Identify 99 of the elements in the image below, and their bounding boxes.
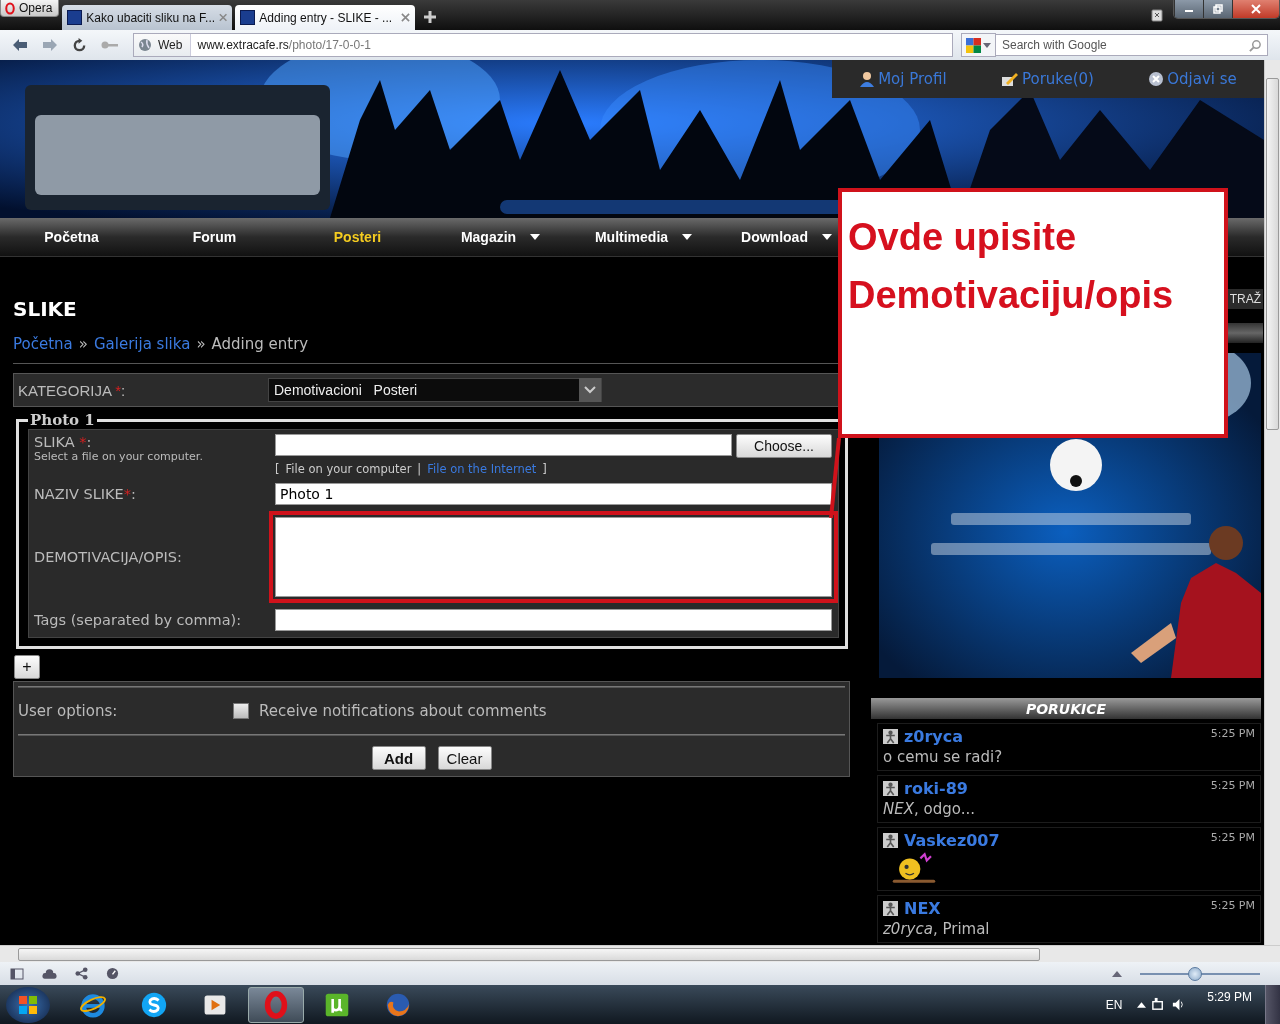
- source-bracket: |: [417, 462, 422, 476]
- breadcrumb-link[interactable]: Početna: [13, 335, 73, 353]
- search-engine-button[interactable]: [961, 33, 996, 57]
- nav-item[interactable]: Posteri: [333, 229, 382, 245]
- page-title: SLIKE: [13, 297, 78, 321]
- field-label: SLIKA *:: [34, 434, 93, 450]
- source-bracket: [: [275, 462, 280, 476]
- windows-logo-icon: [18, 994, 38, 1015]
- mu-logo-icon: [324, 991, 350, 1018]
- breadcrumb-separator: »: [78, 335, 88, 353]
- field-label: User options:: [18, 702, 119, 720]
- field-hint: Select a file on your computer.: [34, 450, 204, 463]
- trash-icon[interactable]: [1150, 8, 1164, 22]
- browser-tab[interactable]: Kako ubaciti sliku na F...: [62, 5, 233, 30]
- source-link[interactable]: File on the Internet: [427, 462, 537, 476]
- close-icon: [1251, 4, 1261, 14]
- choose-button[interactable]: Choose...: [736, 434, 832, 458]
- checkbox[interactable]: [233, 703, 249, 719]
- nav-item[interactable]: Multimedia: [594, 229, 693, 245]
- message-time: 5:25 PM: [1210, 727, 1255, 740]
- message-time: 5:25 PM: [1210, 779, 1255, 792]
- add-photo-button[interactable]: +: [14, 655, 40, 679]
- url-text: www.extracafe.rs/photo/17-0-0-1: [196, 38, 371, 52]
- field-label: Tags (separated by comma):: [34, 612, 243, 628]
- speedometer-icon[interactable]: [106, 967, 119, 980]
- s-logo-icon: [140, 990, 168, 1019]
- nav-item[interactable]: Magazin: [460, 229, 541, 245]
- o-logo-icon: [262, 990, 290, 1019]
- nav-item[interactable]: Forum: [192, 229, 237, 245]
- message-time: 5:25 PM: [1210, 899, 1255, 912]
- callout-text: Demotivaciju/opis: [848, 273, 1175, 318]
- chat-username[interactable]: Vaskez007: [904, 831, 1000, 850]
- chat-title: PORUKICE: [1025, 700, 1107, 717]
- message-text: o cemu se radi?: [883, 748, 1004, 766]
- form-button[interactable]: Clear: [437, 746, 492, 770]
- close-button[interactable]: [1232, 0, 1279, 18]
- clock[interactable]: 5:29 PM: [1207, 990, 1252, 1004]
- show-desktop-button[interactable]: [1265, 985, 1280, 1024]
- user-icon: [883, 901, 898, 916]
- opera-logo-icon: [5, 1, 15, 15]
- nav-item[interactable]: Početna: [44, 229, 99, 245]
- globe-icon: [138, 38, 152, 52]
- opera-menu-button[interactable]: Opera: [0, 0, 60, 17]
- slider-thumb[interactable]: [1188, 966, 1203, 981]
- browser-tab[interactable]: Adding entry - SLIKE - ...: [235, 5, 416, 30]
- address-field[interactable]: Web www.extracafe.rs/photo/17-0-0-1: [133, 33, 953, 57]
- chat-username[interactable]: roki-89: [904, 779, 968, 798]
- vertical-scrollbar[interactable]: [1264, 60, 1280, 945]
- checkbox-label: Receive notifications about comments: [259, 702, 547, 720]
- caret-icon: [983, 42, 991, 48]
- field-label: DEMOTIVACIJA/OPIS:: [34, 549, 183, 565]
- chat-username[interactable]: NEX: [904, 899, 941, 918]
- panel-toggle-icon[interactable]: [10, 967, 24, 980]
- message-text: z0ryca, Primal: [883, 920, 991, 938]
- source-option: File on your computer: [285, 462, 412, 476]
- user-icon: [883, 833, 898, 848]
- file-path-field[interactable]: [275, 434, 732, 456]
- text-field[interactable]: Photo 1: [275, 483, 832, 505]
- back-icon[interactable]: [12, 38, 28, 52]
- tab-title: Kako ubaciti sliku na F...: [86, 10, 216, 25]
- form-button[interactable]: Add: [371, 746, 426, 770]
- pencil-note-icon: [1000, 71, 1019, 87]
- zoom-slider[interactable]: [1140, 966, 1260, 981]
- minimize-button[interactable]: [1174, 0, 1203, 18]
- site-favicon-icon: [240, 10, 256, 25]
- site-favicon-icon: [67, 10, 83, 25]
- message-text: NEX, odgo...: [883, 800, 976, 818]
- close-icon[interactable]: [401, 13, 411, 22]
- share-icon[interactable]: [75, 967, 88, 980]
- logout-icon: [1148, 71, 1165, 87]
- callout-text: Ovde upisite: [848, 215, 1078, 260]
- horizontal-scrollbar[interactable]: [0, 945, 1280, 962]
- chat-username[interactable]: z0ryca: [904, 727, 964, 746]
- breadcrumb-current: Adding entry: [211, 335, 309, 353]
- category-dropdown[interactable]: Demotivacioni Posteri: [268, 378, 602, 402]
- fieldset-legend: Photo 1: [28, 411, 97, 429]
- text-field[interactable]: [275, 609, 832, 631]
- nav-item[interactable]: Download: [741, 229, 832, 245]
- message-time: 5:25 PM: [1210, 831, 1255, 844]
- start-button[interactable]: [6, 986, 50, 1023]
- user-icon: [883, 781, 898, 796]
- user-icon: [883, 729, 898, 744]
- person-icon: [859, 71, 876, 87]
- search-field[interactable]: Search with Google: [996, 34, 1268, 56]
- tab-title: Adding entry - SLIKE - ...: [259, 10, 394, 25]
- restore-button[interactable]: [1203, 0, 1232, 18]
- reload-icon[interactable]: [72, 37, 87, 53]
- restore-icon: [1213, 4, 1223, 14]
- cloud-icon[interactable]: [42, 967, 57, 980]
- language-indicator[interactable]: EN: [1105, 997, 1123, 1012]
- source-bracket: ]: [542, 462, 547, 476]
- breadcrumb-separator: »: [196, 335, 206, 353]
- field-label: NAZIV SLIKE*:: [34, 486, 137, 502]
- web-badge[interactable]: Web: [134, 34, 192, 56]
- google-icon: [966, 37, 981, 53]
- up-arrow-icon[interactable]: [1137, 1001, 1147, 1008]
- breadcrumb-link[interactable]: Galerija slika: [93, 335, 191, 353]
- new-tab-icon[interactable]: [424, 11, 437, 23]
- field-label: KATEGORIJA *:: [18, 381, 127, 399]
